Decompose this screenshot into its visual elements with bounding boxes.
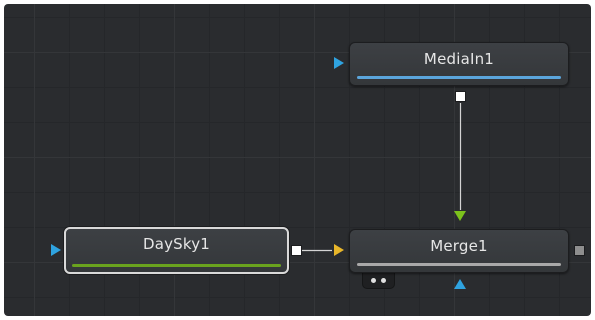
mask-dot-icon <box>371 278 376 283</box>
node-daysky1-color-bar <box>72 264 281 267</box>
node-daysky1[interactable]: DaySky1 <box>64 227 289 274</box>
merge-mask-input-icon[interactable] <box>454 279 466 289</box>
node-daysky1-label: DaySky1 <box>142 235 211 253</box>
daysky-output-square-icon[interactable] <box>291 245 302 256</box>
node-merge1-color-bar <box>357 263 561 266</box>
node-merge1-label: Merge1 <box>430 237 488 255</box>
node-mediain1-label: MediaIn1 <box>423 50 495 68</box>
mask-dot-icon <box>381 278 386 283</box>
node-mediain1[interactable]: MediaIn1 <box>349 42 569 86</box>
merge-foreground-input-icon[interactable] <box>454 211 466 221</box>
merge-output-square-icon[interactable] <box>574 245 585 256</box>
node-mediain1-color-bar <box>357 76 561 79</box>
mediain-input-arrow-icon[interactable] <box>334 57 344 69</box>
merge-mask-tab[interactable] <box>362 272 395 289</box>
node-merge1[interactable]: Merge1 <box>349 229 569 273</box>
daysky-input-arrow-icon[interactable] <box>51 244 61 256</box>
mediain-output-square-icon[interactable] <box>455 91 466 102</box>
merge-background-input-icon[interactable] <box>334 244 344 256</box>
